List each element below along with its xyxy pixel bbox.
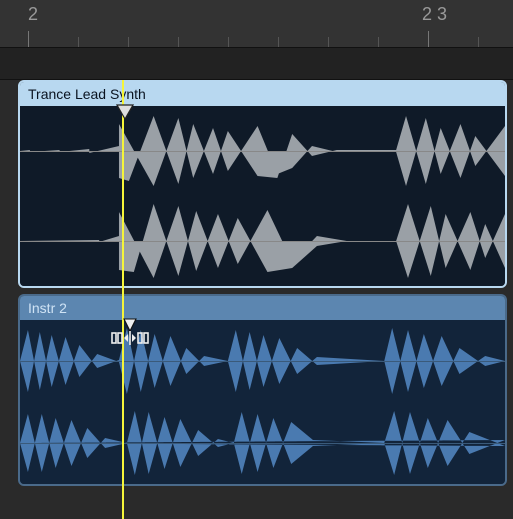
region-body[interactable] — [20, 106, 505, 286]
empty-track-area — [0, 48, 513, 80]
waveform-midline — [20, 443, 505, 444]
ruler-tick — [178, 37, 179, 47]
ruler-tick — [378, 37, 379, 47]
ruler-tick — [78, 37, 79, 47]
tracks-area[interactable]: Trance Lead Synth — [0, 80, 513, 486]
flex-split-marker-icon[interactable] — [110, 318, 150, 346]
bar-number: 2 — [28, 4, 38, 25]
ruler-tick — [328, 37, 329, 47]
region-name: Trance Lead Synth — [28, 86, 146, 102]
audio-region-selected[interactable]: Trance Lead Synth — [18, 80, 507, 288]
ruler-tick — [428, 31, 429, 47]
waveform-midline — [20, 241, 505, 242]
ruler-tick — [278, 37, 279, 47]
region-name: Instr 2 — [28, 300, 67, 316]
ruler-tick — [228, 37, 229, 47]
region-header[interactable]: Instr 2 — [20, 296, 505, 320]
timeline-ruler[interactable]: 2 2 3 — [0, 0, 513, 48]
waveform-midline — [20, 361, 505, 362]
ruler-tick — [28, 31, 29, 47]
ruler-tick — [128, 37, 129, 47]
waveform-midline — [20, 151, 505, 152]
region-body[interactable] — [20, 320, 505, 484]
flex-marker-icon[interactable] — [116, 104, 134, 120]
audio-region[interactable]: Instr 2 — [18, 294, 507, 486]
bar-number: 2 3 — [422, 4, 447, 25]
ruler-tick — [478, 37, 479, 47]
region-header[interactable]: Trance Lead Synth — [20, 82, 505, 106]
